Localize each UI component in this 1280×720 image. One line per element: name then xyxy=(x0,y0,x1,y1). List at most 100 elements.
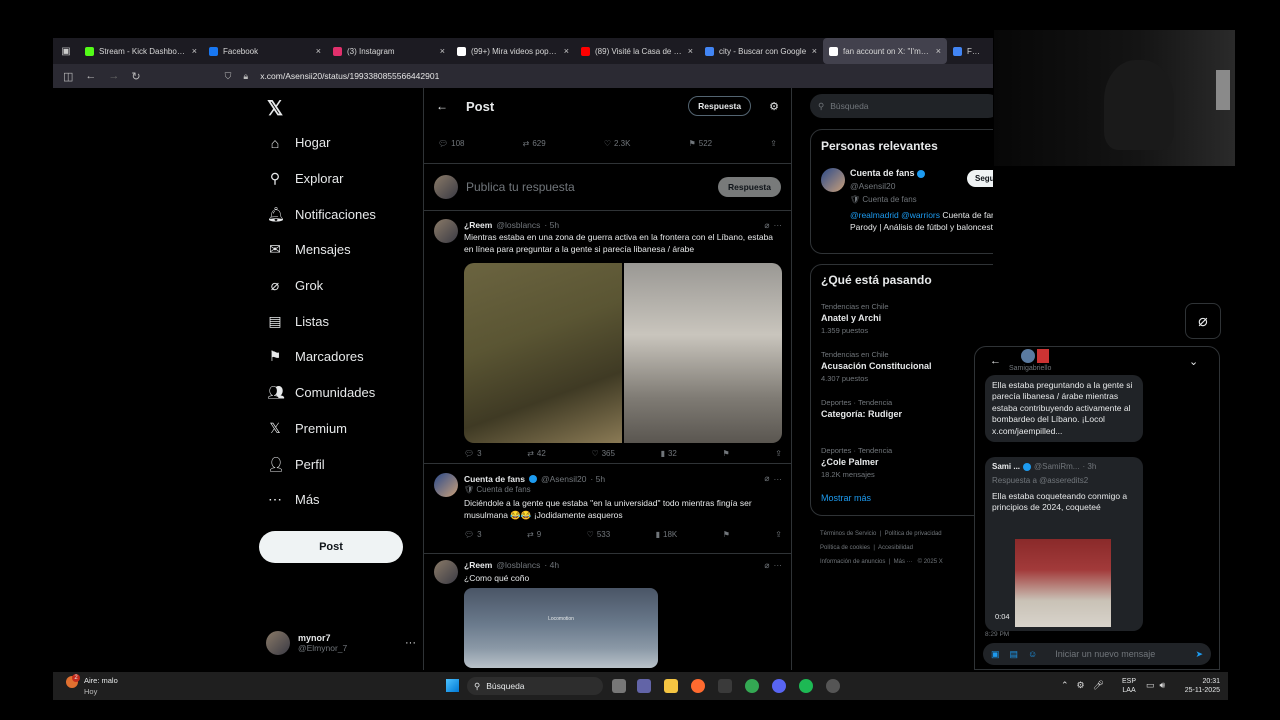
author-name[interactable]: Cuenta de fans xyxy=(464,474,525,484)
share-icon[interactable]: ⇪ xyxy=(775,449,782,458)
repost-count[interactable]: ⇄ 629 xyxy=(523,139,546,148)
grok-icon[interactable]: ⌀ xyxy=(1185,303,1221,339)
share-icon[interactable]: ⇪ xyxy=(775,530,782,539)
close-icon[interactable]: × xyxy=(564,46,569,56)
close-icon[interactable]: × xyxy=(936,46,941,56)
footer-terms-link[interactable]: Términos de Servicio xyxy=(820,531,876,537)
trend-item[interactable]: Deportes · Tendencia Categoría: Rudiger xyxy=(821,398,993,446)
collapse-icon[interactable]: ⌄ xyxy=(1189,355,1198,368)
teams-icon[interactable] xyxy=(637,679,651,693)
lock-icon[interactable]: 🔒︎ xyxy=(243,71,248,82)
footer-accessibility-link[interactable]: Accesibilidad xyxy=(878,545,913,551)
account-switcher[interactable]: mynor7 @Elmynor_7 ··· xyxy=(266,631,416,655)
share-icon[interactable]: ⇪ xyxy=(770,139,777,148)
emoji-icon[interactable]: ☺ xyxy=(1028,649,1037,659)
author-name[interactable]: ¿Reem xyxy=(464,220,492,231)
grok-icon[interactable]: ⌀ xyxy=(764,560,769,571)
back-icon[interactable]: ← xyxy=(85,70,96,82)
x-logo-icon[interactable]: 𝕏 xyxy=(267,96,283,121)
more-icon[interactable]: ··· xyxy=(774,474,783,484)
browser-tab[interactable]: Facebook × xyxy=(203,38,327,64)
more-icon[interactable]: ··· xyxy=(774,560,783,571)
weather-label[interactable]: Aire: malo xyxy=(84,676,118,685)
network-volume-icons[interactable]: ▭🔊︎ xyxy=(1146,680,1170,691)
photo-group[interactable] xyxy=(624,263,782,443)
nav-item-perfil[interactable]: 👤︎ Perfil xyxy=(267,446,417,482)
system-tray-icons[interactable]: ⌃⚙🎤︎ xyxy=(1061,680,1112,691)
image-icon[interactable]: ▣ xyxy=(991,649,1000,660)
close-icon[interactable]: × xyxy=(192,46,197,56)
chrome-icon[interactable] xyxy=(745,679,759,693)
trend-item[interactable]: Deportes · Tendencia ¿Cole Palmer 18.2K … xyxy=(821,446,993,494)
browser-tab[interactable]: (3) Instagram × xyxy=(327,38,451,64)
post-button[interactable]: Post xyxy=(259,531,403,563)
person-handle[interactable]: @Asensil20 xyxy=(850,181,895,191)
repost-count[interactable]: ⇄ 9 xyxy=(527,530,541,539)
author-handle[interactable]: @losblancs xyxy=(496,220,540,231)
browser-tab[interactable]: fan account on X: "I'm cryin × xyxy=(823,38,947,64)
post-media[interactable]: Locomotion xyxy=(464,588,658,668)
author-handle[interactable]: @Asensil20 xyxy=(541,474,586,484)
obs-icon[interactable] xyxy=(826,679,840,693)
firefox-icon[interactable] xyxy=(691,679,705,693)
discord-icon[interactable] xyxy=(772,679,786,693)
more-icon[interactable]: ··· xyxy=(774,220,783,231)
shield-icon[interactable]: ⛉ xyxy=(225,71,232,82)
nav-item-comunidades[interactable]: 👥︎ Comunidades xyxy=(267,375,417,411)
browser-tab[interactable]: city - Buscar con Google × xyxy=(699,38,823,64)
app-icon[interactable] xyxy=(718,679,732,693)
browser-tab[interactable]: (99+) Mira videos populares × xyxy=(451,38,575,64)
nav-item-listas[interactable]: ▤ Listas xyxy=(267,303,417,339)
view-count[interactable]: ▮ 18K xyxy=(656,530,678,539)
reload-icon[interactable]: ↻ xyxy=(131,70,140,83)
search-box[interactable]: ⚲ Búsqueda xyxy=(810,94,993,118)
message-input[interactable]: Iniciar un nuevo mensaje xyxy=(1055,649,1155,659)
sliders-icon[interactable]: ⚙ xyxy=(769,100,779,113)
reply-input[interactable]: Publica tu respuesta xyxy=(466,180,710,194)
back-arrow-icon[interactable]: ← xyxy=(990,355,1001,367)
nav-item-marcadores[interactable]: ⚑ Marcadores xyxy=(267,339,417,375)
follow-button[interactable]: Seguir xyxy=(967,170,993,187)
browser-tab[interactable]: FDI - Bu xyxy=(947,38,987,64)
like-count[interactable]: ♡ 533 xyxy=(587,530,611,539)
nav-item-notificaciones[interactable]: 🔔︎ Notificaciones xyxy=(267,196,417,232)
post-time[interactable]: · 4h xyxy=(544,560,559,571)
bookmark-icon[interactable]: ⚑ xyxy=(723,530,730,539)
reply-count[interactable]: 💬︎ 108 xyxy=(438,139,465,148)
chat-message[interactable]: Ella estaba preguntando a la gente si pa… xyxy=(985,375,1143,443)
bookmark-count[interactable]: ⚑ 522 xyxy=(689,139,713,148)
grok-icon[interactable]: ⌀ xyxy=(764,473,769,484)
repost-count[interactable]: ⇄ 42 xyxy=(527,449,546,458)
like-count[interactable]: ♡ 365 xyxy=(591,449,615,458)
spotify-icon[interactable] xyxy=(799,679,813,693)
reply-post[interactable]: ¿Reem @losblancs · 5h ⌀ ··· Mientras est… xyxy=(424,211,791,464)
footer-ads-link[interactable]: Información de anuncios xyxy=(820,559,885,565)
post-time[interactable]: · 5h xyxy=(544,220,559,231)
taskbar-search[interactable]: ⚲ Búsqueda xyxy=(467,677,603,695)
tab-overview-icon[interactable]: ▣ xyxy=(53,46,79,57)
more-icon[interactable]: ··· xyxy=(405,637,416,649)
send-icon[interactable]: ➤ xyxy=(1195,649,1203,660)
nav-item-explorar[interactable]: ⚲ Explorar xyxy=(267,161,417,197)
file-explorer-icon[interactable] xyxy=(664,679,678,693)
nav-item-mensajes[interactable]: ✉ Mensajes xyxy=(267,232,417,268)
gif-icon[interactable]: ▤ xyxy=(1010,649,1019,660)
browser-tab[interactable]: Stream - Kick Dashboard × xyxy=(79,38,203,64)
reply-post[interactable]: ¿Reem @losblancs · 4h ⌀ ··· ¿Como qué co… xyxy=(424,554,791,670)
trend-item[interactable]: Tendencias en Chile Acusación Constituci… xyxy=(821,350,993,398)
trend-item[interactable]: Tendencias en Chile Anatel y Archi 1.359… xyxy=(821,302,993,350)
reply-post[interactable]: Cuenta de fans @Asensil20 · 5h ⌀ ··· 🛡︎ … xyxy=(424,464,791,554)
avatar[interactable] xyxy=(821,168,845,192)
reply-count[interactable]: 💬︎ 3 xyxy=(464,530,482,539)
forward-icon[interactable]: → xyxy=(108,70,119,82)
close-icon[interactable]: × xyxy=(440,46,445,56)
nav-item-grok[interactable]: ⌀ Grok xyxy=(267,268,417,304)
browser-tab[interactable]: (89) Visité la Casa de Messi × xyxy=(575,38,699,64)
windows-start-icon[interactable] xyxy=(446,679,459,692)
grok-icon[interactable]: ⌀ xyxy=(764,220,769,231)
nav-item-premium[interactable]: 𝕏 Premium xyxy=(267,411,417,447)
post-time[interactable]: · 5h xyxy=(590,474,605,484)
back-arrow-icon[interactable]: ← xyxy=(436,99,448,113)
photo-soldiers[interactable] xyxy=(464,263,622,443)
like-count[interactable]: ♡ 2.3K xyxy=(604,139,631,148)
